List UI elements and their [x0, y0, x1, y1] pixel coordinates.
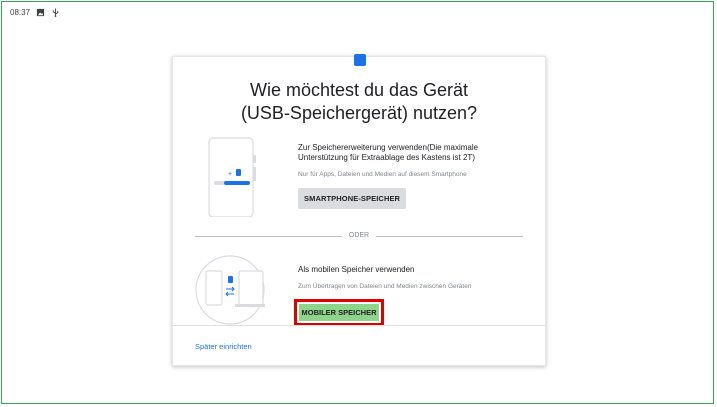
status-bar: 08:37 [10, 6, 60, 18]
status-time: 08:37 [10, 7, 31, 17]
portable-storage-button[interactable]: MOBILER SPEICHER [299, 304, 379, 321]
storage-setup-dialog: Wie möchtest du das Gerät (USB-Speicherg… [172, 54, 547, 366]
option-portable-title: Als mobilen Speicher verwenden [298, 265, 415, 274]
option-internal-text: Zur Speichererweiterung verwenden(Die ma… [298, 143, 523, 209]
footer-divider [173, 325, 545, 326]
phone-storage-illustration-icon: + [208, 137, 256, 217]
option-portable-subtitle: Zum Übertragen von Dateien und Medien zw… [298, 283, 472, 290]
setup-later-link[interactable]: Später einrichten [195, 342, 252, 351]
option-portable-text: Als mobilen Speicher verwenden Zum Übert… [298, 265, 523, 290]
portable-storage-illustration-icon [195, 255, 265, 325]
image-icon [36, 8, 45, 16]
option-internal-title: Zur Speichererweiterung verwenden(Die ma… [298, 143, 479, 162]
dialog-title: Wie möchtest du das Gerät (USB-Speicherg… [240, 80, 478, 123]
or-divider: ODER [195, 232, 523, 239]
usb-indicator-tab [354, 54, 366, 66]
option-internal-subtitle: Nur für Apps, Dateien und Medien auf die… [298, 171, 467, 178]
usb-icon [52, 7, 59, 17]
option-internal-storage: + Zur Speichererweiterung verwenden(Die … [173, 137, 547, 217]
phone-storage-button[interactable]: SMARTPHONE-SPEICHER [298, 188, 407, 209]
svg-text:+: + [228, 171, 232, 178]
portable-storage-button-highlight: MOBILER SPEICHER [294, 299, 384, 326]
